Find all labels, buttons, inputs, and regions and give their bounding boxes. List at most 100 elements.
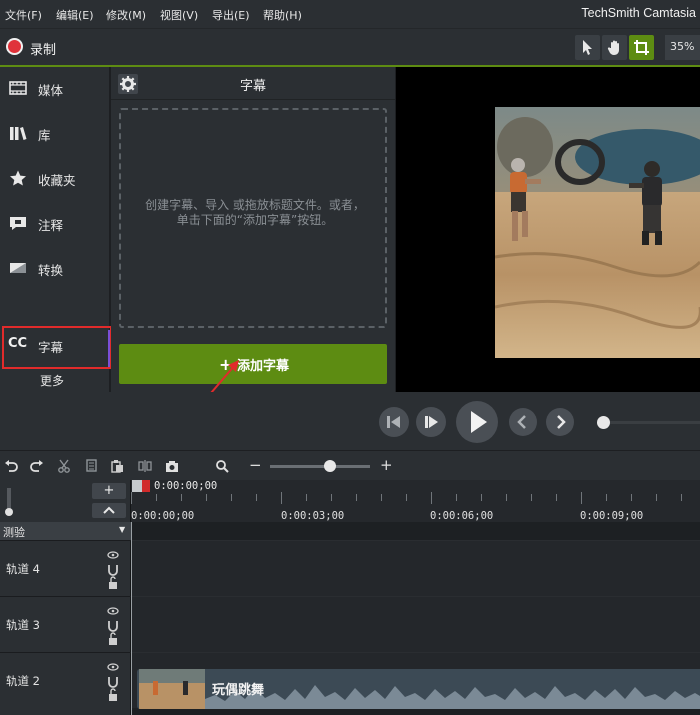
- timeline-toolbar: − +: [0, 450, 700, 480]
- pan-tool-icon[interactable]: [602, 35, 627, 60]
- app-title: TechSmith Camtasia: [581, 6, 696, 20]
- empty-state-text: 创建字幕、导入 或拖放标题文件。或者，单击下面的“添加字幕”按钮。: [145, 198, 365, 227]
- scrub-bar[interactable]: [604, 421, 700, 424]
- ruler-tick: [606, 494, 607, 501]
- ruler-tick: [256, 494, 257, 501]
- split-icon[interactable]: [138, 459, 152, 473]
- panel-header: 字幕: [111, 67, 395, 100]
- playhead-marker: [142, 480, 150, 492]
- timeline-zoom-slider[interactable]: [270, 465, 370, 468]
- track-header-2[interactable]: 轨道 2: [0, 652, 131, 708]
- sidebar: 媒体 库 收藏夹 注释 转换 CC 字幕 更多: [0, 67, 112, 392]
- ruler-label: 0:00:03;00: [281, 510, 345, 522]
- track-headers: + 测验 ▼ 轨道 4 轨道 3 轨道 2: [0, 480, 131, 715]
- ruler-tick: [331, 494, 332, 501]
- ruler-tick: [356, 494, 357, 501]
- collapse-button[interactable]: [92, 503, 126, 518]
- sidebar-item-label: 库: [38, 128, 51, 143]
- timeline-tracks[interactable]: 玩偶跳舞: [131, 522, 700, 715]
- previous-frame-button[interactable]: [379, 407, 409, 437]
- zoom-in-button[interactable]: +: [380, 456, 393, 474]
- sidebar-item-transitions[interactable]: 转换: [0, 253, 110, 283]
- zoom-out-button[interactable]: −: [249, 456, 262, 474]
- track-controls-icon[interactable]: [106, 607, 120, 647]
- more-button[interactable]: 更多: [40, 372, 64, 389]
- track-lane-2[interactable]: 玩偶跳舞: [131, 652, 700, 709]
- sidebar-item-favorites[interactable]: 收藏夹: [0, 163, 110, 193]
- ruler-tick: [181, 494, 182, 501]
- search-icon[interactable]: [215, 459, 229, 473]
- star-icon: [10, 170, 26, 186]
- caption-drop-zone[interactable]: 创建字幕、导入 或拖放标题文件。或者，单击下面的“添加字幕”按钮。: [119, 108, 387, 328]
- track-controls-icon[interactable]: [106, 551, 120, 591]
- track-lane-4[interactable]: [131, 540, 700, 596]
- track-name: 轨道 3: [6, 618, 40, 632]
- ruler-label: 0:00:00;00: [131, 510, 195, 522]
- sidebar-item-annotations[interactable]: 注释: [0, 208, 110, 238]
- record-icon[interactable]: [6, 38, 23, 55]
- menu-modify[interactable]: 修改(M): [106, 7, 146, 23]
- next-button[interactable]: [546, 408, 574, 436]
- quiz-marker-row[interactable]: 测验 ▼: [0, 522, 131, 540]
- menu-edit[interactable]: 编辑(E): [56, 7, 94, 23]
- ruler-tick: [681, 494, 682, 501]
- clip-title: 玩偶跳舞: [212, 683, 265, 698]
- record-bar: 录制 35%: [0, 28, 700, 66]
- media-clip[interactable]: 玩偶跳舞: [137, 669, 700, 709]
- playhead[interactable]: [132, 480, 142, 492]
- next-frame-button[interactable]: [416, 407, 446, 437]
- preview-canvas[interactable]: [396, 67, 700, 392]
- menu-help[interactable]: 帮助(H): [263, 7, 302, 23]
- captions-panel: 字幕 创建字幕、导入 或拖放标题文件。或者，单击下面的“添加字幕”按钮。 + 添…: [111, 67, 395, 392]
- library-icon: [10, 127, 27, 140]
- panel-title: 字幕: [239, 79, 266, 94]
- menu-file[interactable]: 文件(F): [5, 7, 42, 23]
- cut-icon[interactable]: [57, 459, 71, 473]
- track-lane-3[interactable]: [131, 596, 700, 652]
- sidebar-item-media[interactable]: 媒体: [0, 73, 110, 103]
- menu-export[interactable]: 导出(E): [212, 7, 250, 23]
- ruler-tick: [431, 492, 432, 504]
- record-button[interactable]: 录制: [30, 39, 56, 58]
- film-icon: [9, 81, 27, 95]
- ruler-tick: [131, 492, 132, 504]
- ruler-tick: [381, 494, 382, 501]
- timeline-ruler[interactable]: 0:00:00;00 0:00:00;00 0:00:03;00 0:00:06…: [131, 480, 700, 522]
- previous-button[interactable]: [509, 408, 537, 436]
- scrub-handle[interactable]: [597, 416, 610, 429]
- add-track-button[interactable]: +: [92, 483, 126, 499]
- sidebar-item-library[interactable]: 库: [0, 118, 110, 148]
- paste-icon[interactable]: [110, 459, 124, 473]
- highlight-box: [2, 326, 112, 369]
- chevron-up-icon: [103, 506, 115, 514]
- playhead-line: [131, 522, 132, 715]
- timeline-zoom-handle[interactable]: [324, 460, 336, 472]
- ruler-tick: [231, 494, 232, 501]
- undo-icon[interactable]: [4, 459, 18, 473]
- redo-icon[interactable]: [30, 459, 44, 473]
- ruler-tick: [281, 492, 282, 504]
- zoom-dropdown[interactable]: 35%: [665, 35, 700, 60]
- ruler-label: 0:00:06;00: [430, 510, 494, 522]
- ruler-tick: [656, 494, 657, 501]
- track-controls-icon[interactable]: [106, 663, 120, 703]
- ruler-tick: [556, 494, 557, 501]
- clip-thumbnail: [139, 669, 205, 709]
- audio-waveform: [205, 685, 700, 709]
- track-header-3[interactable]: 轨道 3: [0, 596, 131, 652]
- add-caption-button[interactable]: + 添加字幕: [119, 344, 387, 384]
- ruler-tick: [206, 494, 207, 501]
- playhead-time: 0:00:00;00: [154, 480, 218, 492]
- menu-view[interactable]: 视图(V): [160, 7, 198, 23]
- volume-knob[interactable]: [5, 508, 13, 516]
- ruler-tick: [156, 494, 157, 501]
- chevron-down-icon: ▼: [119, 525, 126, 534]
- camera-icon[interactable]: [165, 459, 179, 473]
- copy-icon[interactable]: [84, 459, 98, 473]
- ruler-label: 0:00:09;00: [580, 510, 644, 522]
- crop-tool-icon[interactable]: [629, 35, 654, 60]
- play-button[interactable]: [456, 401, 498, 443]
- track-header-4[interactable]: 轨道 4: [0, 540, 131, 596]
- ruler-tick: [631, 494, 632, 501]
- select-tool-icon[interactable]: [575, 35, 600, 60]
